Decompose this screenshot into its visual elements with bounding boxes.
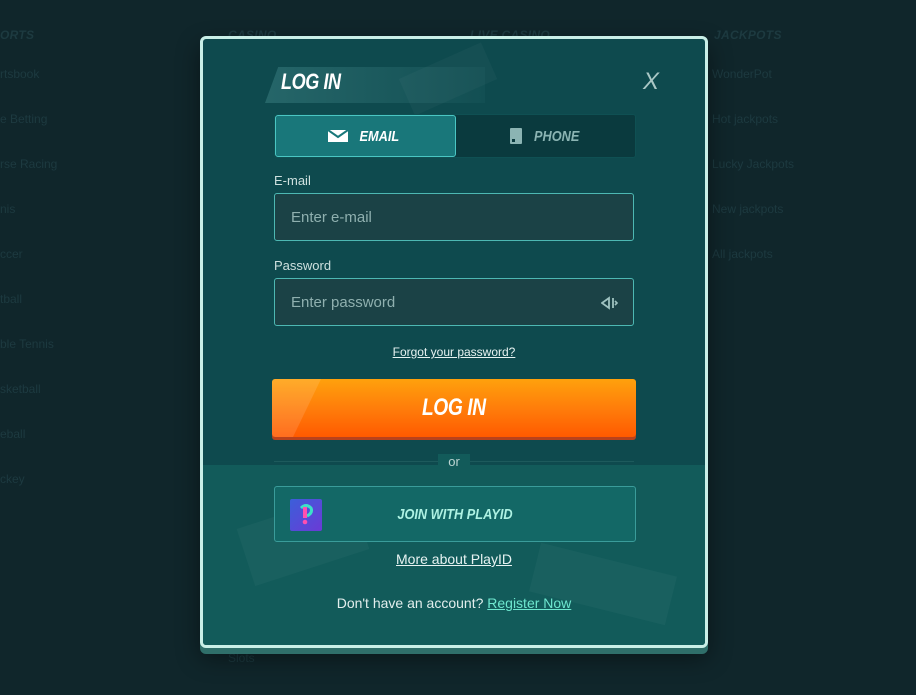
or-separator: or [203, 454, 705, 469]
footer-heading-jackpots: JACKPOTS [714, 28, 782, 42]
footer-link[interactable]: tball [0, 292, 22, 306]
modal-title: LOG IN [281, 69, 341, 94]
register-now-link[interactable]: Register Now [487, 595, 571, 611]
footer-link[interactable]: nis [0, 202, 15, 216]
footer-link[interactable]: Hot jackpots [712, 112, 778, 126]
envelope-icon [328, 130, 349, 142]
footer-link[interactable]: All jackpots [712, 247, 773, 261]
eye-icon[interactable] [601, 296, 619, 310]
footer-link[interactable]: ccer [0, 247, 23, 261]
footer-link[interactable]: New jackpots [712, 202, 783, 216]
email-field[interactable] [274, 193, 634, 241]
button-shine [272, 379, 321, 437]
footer-link[interactable]: Slots [228, 651, 255, 665]
login-modal: LOG IN X EMAIL PHONE E-mail Password For… [200, 36, 708, 648]
tab-phone[interactable]: PHONE [456, 115, 637, 157]
footer-link[interactable]: WonderPot [712, 67, 772, 81]
footer-link[interactable]: ckey [0, 472, 25, 486]
register-prompt-text: Don't have an account? [336, 595, 484, 611]
footer-link[interactable]: eball [0, 427, 25, 441]
password-label: Password [274, 258, 332, 273]
login-method-tabs: EMAIL PHONE [274, 114, 636, 158]
footer-link[interactable]: Lucky Jackpots [712, 157, 794, 171]
footer-link[interactable]: sketball [0, 382, 41, 396]
or-label: or [438, 454, 470, 469]
email-label: E-mail [274, 173, 311, 188]
footer-link[interactable]: ble Tennis [0, 337, 54, 351]
footer-link[interactable]: rse Racing [0, 157, 57, 171]
phone-icon [509, 128, 522, 144]
footer-heading-sports: ORTS [0, 28, 35, 42]
close-button[interactable]: X [639, 69, 663, 95]
tab-label: PHONE [533, 127, 580, 145]
register-prompt-line: Don't have an account? Register Now [203, 595, 705, 611]
tab-label: EMAIL [359, 127, 400, 145]
forgot-password-link[interactable]: Forgot your password? [203, 345, 705, 359]
tab-email[interactable]: EMAIL [275, 115, 456, 157]
join-playid-button[interactable]: JOIN WITH PLAYID [274, 486, 636, 542]
footer-link[interactable]: rtsbook [0, 67, 39, 81]
login-button[interactable]: LOG IN [272, 379, 636, 437]
more-about-playid-link[interactable]: More about PlayID [203, 551, 705, 567]
footer-link[interactable]: e Betting [0, 112, 47, 126]
playid-button-label: JOIN WITH PLAYID [397, 505, 513, 523]
password-field[interactable] [274, 278, 634, 326]
login-button-label: LOG IN [422, 394, 486, 421]
